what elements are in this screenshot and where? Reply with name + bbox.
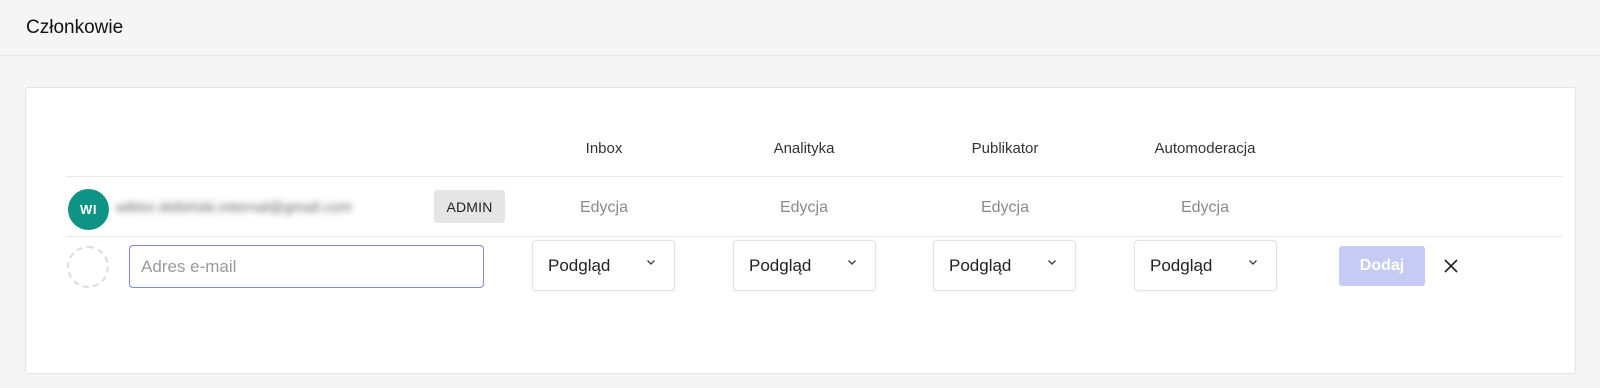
chevron-down-icon [1048, 260, 1056, 265]
select-value: Podgląd [949, 255, 1012, 275]
select-publikator-permission[interactable]: Podgląd [933, 240, 1076, 291]
permission-analityka: Edycja [779, 199, 829, 216]
members-card: Inbox Analityka Publikator Automoderacja… [25, 87, 1576, 374]
select-value: Podgląd [548, 255, 611, 275]
select-analityka-permission[interactable]: Podgląd [733, 240, 876, 291]
permission-publikator: Edycja [980, 199, 1030, 216]
role-badge: ADMIN [434, 190, 505, 223]
page-title: Członkowie [26, 16, 124, 38]
select-value: Podgląd [749, 255, 812, 275]
select-inbox-permission[interactable]: Podgląd [532, 240, 675, 291]
avatar-placeholder [67, 246, 109, 288]
permission-automoderacja: Edycja [1180, 199, 1230, 216]
select-automoderacja-permission[interactable]: Podgląd [1134, 240, 1277, 291]
page-header: Członkowie [0, 0, 1600, 56]
header-divider [66, 176, 1563, 177]
chevron-down-icon [1249, 260, 1257, 265]
column-header-inbox: Inbox [585, 140, 623, 157]
chevron-down-icon [647, 260, 655, 265]
member-email: wiktor.skibiński.internal@gmail.com [116, 199, 353, 216]
column-header-automoderacja: Automoderacja [1154, 140, 1256, 157]
add-member-button[interactable]: Dodaj [1339, 246, 1425, 286]
permission-inbox: Edycja [579, 199, 629, 216]
row-divider [66, 236, 1563, 237]
close-icon[interactable] [1441, 256, 1461, 276]
column-header-publikator: Publikator [971, 140, 1039, 157]
email-input[interactable] [129, 245, 484, 288]
chevron-down-icon [848, 260, 856, 265]
column-header-analityka: Analityka [773, 140, 835, 157]
select-value: Podgląd [1150, 255, 1213, 275]
avatar: WI [68, 189, 109, 230]
